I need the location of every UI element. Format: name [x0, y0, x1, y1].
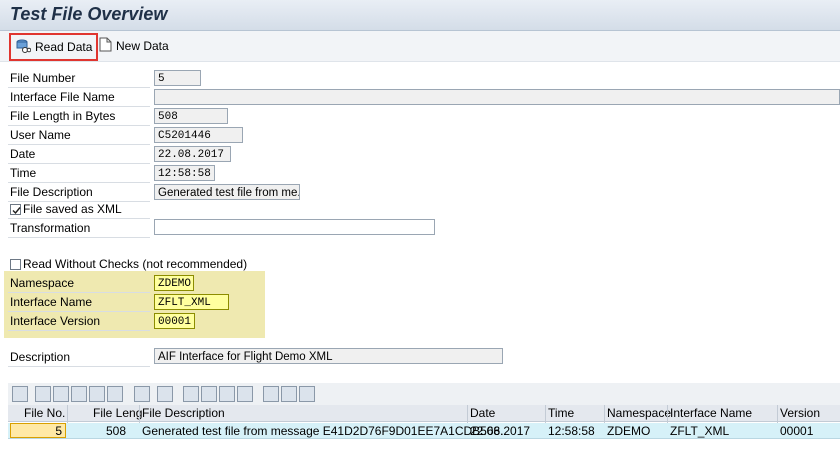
file-length-field[interactable]: 508 [154, 108, 228, 124]
sort-ascending-icon[interactable] [35, 386, 51, 402]
cell-date: 22.08.2017 [470, 424, 531, 438]
views-icon[interactable] [201, 386, 217, 402]
transformation-label: Transformation [10, 221, 91, 235]
print-icon[interactable] [183, 386, 199, 402]
interface-name-label: Interface Name [10, 295, 93, 309]
grid-header: File No. File Leng File Description Date… [8, 405, 840, 422]
title-bar: Test File Overview [0, 0, 840, 31]
sort-descending-icon[interactable] [53, 386, 69, 402]
description-field[interactable]: AIF Interface for Flight Demo XML [154, 348, 503, 364]
cell-version: 00001 [780, 424, 814, 438]
divider [8, 87, 150, 88]
file-description-label: File Description [10, 185, 93, 199]
find-icon[interactable] [71, 386, 87, 402]
time-field[interactable]: 12:58:58 [154, 165, 215, 181]
cell-interface-name: ZFLT_XML [670, 424, 730, 438]
cell-namespace: ZDEMO [607, 424, 651, 438]
col-version[interactable]: Version [780, 406, 820, 420]
transformation-field[interactable] [154, 219, 435, 235]
table-row[interactable]: 508 Generated test file from message E41… [8, 423, 840, 439]
layout-icon[interactable] [237, 386, 253, 402]
divider [8, 237, 150, 238]
time-label: Time [10, 166, 37, 180]
info-icon[interactable] [263, 386, 279, 402]
new-data-button[interactable]: New Data [95, 35, 173, 57]
date-field[interactable]: 22.08.2017 [154, 146, 231, 162]
read-without-checks-checkbox[interactable] [10, 259, 21, 270]
col-interface-name[interactable]: Interface Name [670, 406, 752, 420]
cell-file-no[interactable]: 5 [10, 423, 66, 438]
application-toolbar: Read Data New Data [0, 31, 840, 62]
file-length-label: File Length in Bytes [10, 109, 116, 123]
cell-file-length: 508 [106, 424, 127, 438]
interface-name-field[interactable]: ZFLT_XML [154, 294, 229, 310]
interface-version-field[interactable]: 00001 [154, 313, 195, 329]
refresh-icon[interactable] [299, 386, 315, 402]
interface-file-name-field[interactable] [154, 89, 840, 105]
read-data-button[interactable]: Read Data [9, 33, 99, 61]
page-title: Test File Overview [10, 4, 168, 24]
divider [8, 106, 150, 107]
col-namespace[interactable]: Namespace [607, 406, 671, 420]
divider [8, 163, 150, 164]
col-date[interactable]: Date [470, 406, 495, 420]
delete-icon[interactable] [281, 386, 297, 402]
read-without-checks-label: Read Without Checks (not recommended) [23, 257, 248, 271]
description-label: Description [10, 350, 71, 364]
user-name-label: User Name [10, 128, 71, 142]
checkmark-icon [12, 207, 21, 215]
divider [8, 366, 150, 367]
divider [8, 330, 150, 331]
interface-version-label: Interface Version [10, 314, 101, 328]
database-glasses-icon [15, 38, 32, 57]
file-description-field[interactable]: Generated test file from me.. [154, 184, 300, 200]
cell-time: 12:58:58 [548, 424, 595, 438]
sum-icon[interactable] [134, 386, 150, 402]
saved-as-xml-checkbox[interactable] [10, 204, 21, 215]
divider [8, 292, 150, 293]
file-no-value: 5 [55, 424, 62, 438]
col-time[interactable]: Time [548, 406, 574, 420]
filter-icon[interactable] [107, 386, 123, 402]
divider [8, 218, 150, 219]
date-label: Date [10, 147, 36, 161]
divider [8, 125, 150, 126]
file-number-label: File Number [10, 71, 76, 85]
new-data-label: New Data [116, 39, 169, 53]
read-data-label: Read Data [35, 40, 93, 54]
col-file-description[interactable]: File Description [142, 406, 225, 420]
interface-file-name-label: Interface File Name [10, 90, 115, 104]
col-file-no[interactable]: File No. [24, 406, 65, 420]
user-name-field[interactable]: C5201446 [154, 127, 243, 143]
divider [8, 182, 150, 183]
new-document-icon [99, 37, 112, 55]
subtotal-icon[interactable] [157, 386, 173, 402]
find-next-icon[interactable] [89, 386, 105, 402]
col-file-length[interactable]: File Leng [93, 406, 142, 420]
export-icon[interactable] [219, 386, 235, 402]
saved-as-xml-label: File saved as XML [23, 202, 122, 216]
namespace-field[interactable]: ZDEMO [154, 275, 194, 291]
grid-toolbar [8, 383, 840, 405]
divider [8, 144, 150, 145]
namespace-label: Namespace [10, 276, 75, 290]
details-icon[interactable] [12, 386, 28, 402]
file-number-field[interactable]: 5 [154, 70, 201, 86]
divider [8, 311, 150, 312]
cell-file-description: Generated test file from message E41D2D7… [142, 424, 507, 438]
